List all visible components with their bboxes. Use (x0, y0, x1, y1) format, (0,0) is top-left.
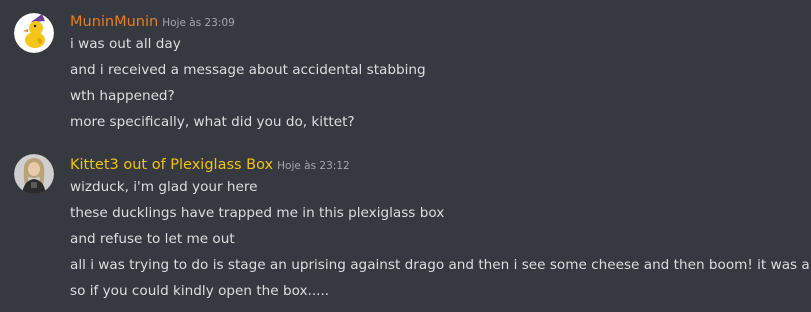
message-text: more specifically, what did you do, kitt… (70, 114, 355, 130)
timestamp[interactable]: Hoje às 23:12 (277, 160, 350, 172)
username[interactable]: Kittet3 out of Plexiglass Box (70, 157, 273, 173)
message-header: Kittet3 out of Plexiglass Box Hoje às 23:… (70, 154, 350, 176)
message-header: MuninMunin Hoje às 23:09 (70, 11, 235, 33)
message-text: wizduck, i'm glad your here (70, 179, 258, 195)
message-text: these ducklings have trapped me in this … (70, 205, 445, 221)
user-photo-avatar-icon[interactable] (14, 154, 54, 194)
message-text: and i received a message about accidenta… (70, 62, 426, 78)
message-text: wth happened? (70, 88, 175, 104)
username[interactable]: MuninMunin (70, 14, 158, 30)
yellow-duck-avatar-icon[interactable] (14, 13, 54, 53)
message-text: all i was trying to do is stage an upris… (70, 257, 811, 273)
timestamp[interactable]: Hoje às 23:09 (162, 17, 235, 29)
message-text: i was out all day (70, 36, 181, 52)
message-text: and refuse to let me out (70, 231, 235, 247)
message-text: so if you could kindly open the box..... (70, 283, 330, 299)
